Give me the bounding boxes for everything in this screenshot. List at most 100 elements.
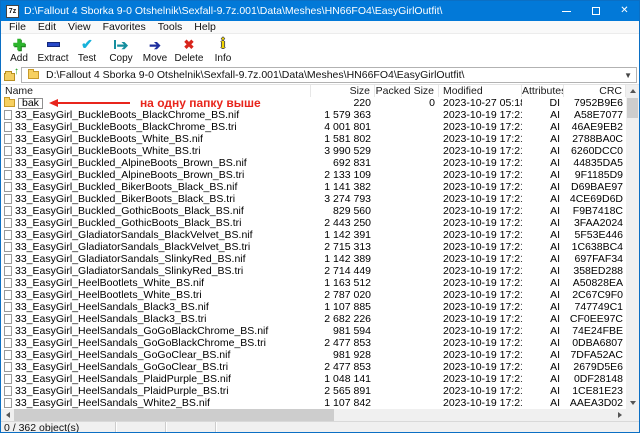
close-icon: ✕ bbox=[620, 6, 628, 16]
table-row[interactable]: 33_EasyGirl_GladiatorSandals_SlinkyRed_B… bbox=[1, 265, 639, 277]
table-row[interactable]: 33_EasyGirl_HeelSandals_White2_BS.nif1 1… bbox=[1, 397, 639, 409]
copy-button[interactable]: ➔ Copy bbox=[104, 34, 138, 66]
column-header-crc[interactable]: CRC bbox=[564, 85, 626, 97]
table-row[interactable]: 33_EasyGirl_HeelSandals_PlaidPurple_BS.t… bbox=[1, 385, 639, 397]
file-icon bbox=[4, 362, 12, 372]
cell-size: 692 831 bbox=[311, 157, 375, 169]
delete-button[interactable]: ✖ Delete bbox=[172, 34, 206, 66]
table-row[interactable]: 33_EasyGirl_HeelBootlets_White_BS.nif1 1… bbox=[1, 277, 639, 289]
cell-attr: AI bbox=[522, 229, 564, 241]
file-name: 33_EasyGirl_HeelSandals_GoGoBlackChrome_… bbox=[15, 325, 268, 337]
cell-attr: AI bbox=[522, 325, 564, 337]
menu-file[interactable]: File bbox=[3, 21, 32, 33]
table-row[interactable]: 33_EasyGirl_HeelSandals_GoGoBlackChrome_… bbox=[1, 325, 639, 337]
file-name: 33_EasyGirl_HeelSandals_GoGoBlackChrome_… bbox=[15, 337, 266, 349]
table-row[interactable]: 33_EasyGirl_Buckled_BikerBoots_Black_BS.… bbox=[1, 181, 639, 193]
cell-crc: 3FAA2024 bbox=[564, 217, 626, 229]
table-row[interactable]: 33_EasyGirl_HeelSandals_Black3_BS.nif1 1… bbox=[1, 301, 639, 313]
cell-attr: AI bbox=[522, 169, 564, 181]
test-button-label: Test bbox=[78, 53, 96, 64]
maximize-button[interactable] bbox=[581, 1, 610, 21]
column-header-size[interactable]: Size bbox=[311, 85, 375, 97]
extract-button[interactable]: Extract bbox=[36, 34, 70, 66]
menu-view[interactable]: View bbox=[62, 21, 97, 33]
vertical-scroll-thumb[interactable] bbox=[627, 98, 638, 118]
maximize-icon bbox=[592, 7, 600, 15]
cell-crc: CF0EE97C bbox=[564, 313, 626, 325]
table-row[interactable]: 33_EasyGirl_GladiatorSandals_SlinkyRed_B… bbox=[1, 253, 639, 265]
file-icon bbox=[4, 110, 12, 120]
info-button[interactable]: i Info bbox=[206, 34, 240, 66]
cell-size: 2 714 449 bbox=[311, 265, 375, 277]
table-row[interactable]: 33_EasyGirl_HeelSandals_GoGoClear_BS.tri… bbox=[1, 361, 639, 373]
cell-crc: 7952B9E6 bbox=[564, 97, 626, 109]
cell-packed: 0 bbox=[375, 97, 439, 109]
table-row[interactable]: 33_EasyGirl_Buckled_GothicBoots_Black_BS… bbox=[1, 217, 639, 229]
test-button[interactable]: ✔ Test bbox=[70, 34, 104, 66]
cell-attr: DI bbox=[522, 97, 564, 109]
cell-mod: 2023-10-19 17:21 bbox=[439, 133, 522, 145]
menu-help[interactable]: Help bbox=[188, 21, 222, 33]
table-row[interactable]: bakна одну папку выше22002023-10-27 05:1… bbox=[1, 97, 639, 109]
extract-button-label: Extract bbox=[37, 53, 68, 64]
table-row[interactable]: 33_EasyGirl_HeelSandals_Black3_BS.tri2 6… bbox=[1, 313, 639, 325]
scroll-down-button[interactable] bbox=[626, 397, 639, 409]
cell-mod: 2023-10-19 17:21 bbox=[439, 385, 522, 397]
folder-up-icon[interactable]: ↑ bbox=[4, 69, 18, 81]
file-name: 33_EasyGirl_HeelSandals_Black3_BS.tri bbox=[15, 313, 206, 325]
file-name: 33_EasyGirl_BuckleBoots_BlackChrome_BS.n… bbox=[15, 109, 239, 121]
column-header-attributes[interactable]: Attributes bbox=[522, 85, 564, 97]
table-row[interactable]: 33_EasyGirl_GladiatorSandals_BlackVelvet… bbox=[1, 229, 639, 241]
address-combo-box[interactable]: D:\Fallout 4 Sborka 9-0 Otshelnik\Sexfal… bbox=[21, 67, 637, 83]
cell-mod: 2023-10-19 17:21 bbox=[439, 157, 522, 169]
cell-attr: AI bbox=[522, 265, 564, 277]
menu-edit[interactable]: Edit bbox=[32, 21, 62, 33]
column-header-modified[interactable]: Modified bbox=[439, 85, 522, 97]
horizontal-scroll-thumb[interactable] bbox=[14, 409, 334, 421]
table-row[interactable]: 33_EasyGirl_HeelSandals_PlaidPurple_BS.n… bbox=[1, 373, 639, 385]
column-header-name[interactable]: Name bbox=[1, 85, 311, 97]
file-name: 33_EasyGirl_GladiatorSandals_BlackVelvet… bbox=[15, 241, 250, 253]
table-row[interactable]: 33_EasyGirl_HeelBootlets_White_BS.tri2 7… bbox=[1, 289, 639, 301]
cell-mod: 2023-10-19 17:21 bbox=[439, 121, 522, 133]
table-row[interactable]: 33_EasyGirl_Buckled_AlpineBoots_Brown_BS… bbox=[1, 157, 639, 169]
cell-size: 1 142 391 bbox=[311, 229, 375, 241]
cell-size: 220 bbox=[311, 97, 375, 109]
table-row[interactable]: 33_EasyGirl_BuckleBoots_White_BS.nif1 58… bbox=[1, 133, 639, 145]
cell-attr: AI bbox=[522, 145, 564, 157]
chevron-down-icon[interactable]: ▼ bbox=[624, 71, 632, 80]
table-row[interactable]: 33_EasyGirl_GladiatorSandals_BlackVelvet… bbox=[1, 241, 639, 253]
close-button[interactable]: ✕ bbox=[610, 1, 639, 21]
table-row[interactable]: 33_EasyGirl_BuckleBoots_White_BS.tri3 99… bbox=[1, 145, 639, 157]
extract-minus-icon bbox=[47, 37, 60, 53]
column-header-packed-size[interactable]: Packed Size bbox=[375, 85, 439, 97]
vertical-scrollbar[interactable] bbox=[626, 85, 639, 409]
move-button[interactable]: ➔ Move bbox=[138, 34, 172, 66]
table-row[interactable]: 33_EasyGirl_HeelSandals_GoGoClear_BS.nif… bbox=[1, 349, 639, 361]
table-row[interactable]: 33_EasyGirl_Buckled_GothicBoots_Black_BS… bbox=[1, 205, 639, 217]
horizontal-scrollbar[interactable] bbox=[1, 409, 639, 421]
scroll-right-button[interactable] bbox=[613, 409, 626, 421]
table-row[interactable]: 33_EasyGirl_BuckleBoots_BlackChrome_BS.n… bbox=[1, 109, 639, 121]
file-icon bbox=[4, 302, 12, 312]
cell-crc: 2C67C9F0 bbox=[564, 289, 626, 301]
table-row[interactable]: 33_EasyGirl_BuckleBoots_BlackChrome_BS.t… bbox=[1, 121, 639, 133]
file-icon bbox=[4, 242, 12, 252]
file-name: 33_EasyGirl_HeelSandals_White2_BS.nif bbox=[15, 397, 210, 409]
cell-attr: AI bbox=[522, 157, 564, 169]
menu-favorites[interactable]: Favorites bbox=[97, 21, 152, 33]
minimize-button[interactable] bbox=[552, 1, 581, 21]
cell-attr: AI bbox=[522, 133, 564, 145]
add-button[interactable]: ✚ Add bbox=[2, 34, 36, 66]
cell-size: 829 560 bbox=[311, 205, 375, 217]
table-row[interactable]: 33_EasyGirl_Buckled_AlpineBoots_Brown_BS… bbox=[1, 169, 639, 181]
status-pane-2 bbox=[116, 422, 166, 433]
scroll-up-button[interactable] bbox=[626, 85, 639, 97]
menu-tools[interactable]: Tools bbox=[152, 21, 189, 33]
table-row[interactable]: 33_EasyGirl_Buckled_BikerBoots_Black_BS.… bbox=[1, 193, 639, 205]
annotation-text: на одну папку выше bbox=[140, 97, 261, 109]
scroll-left-button[interactable] bbox=[1, 409, 14, 421]
delete-button-label: Delete bbox=[175, 53, 204, 64]
horizontal-scroll-track[interactable] bbox=[334, 409, 613, 421]
table-row[interactable]: 33_EasyGirl_HeelSandals_GoGoBlackChrome_… bbox=[1, 337, 639, 349]
